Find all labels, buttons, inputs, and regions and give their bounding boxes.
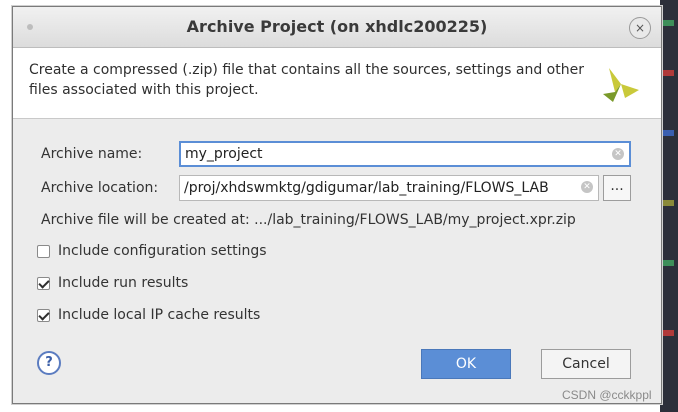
checkbox[interactable] [37,244,50,258]
description-text: Create a compressed (.zip) file that con… [29,62,584,98]
checkbox[interactable] [37,276,50,290]
vivado-logo-icon [603,68,639,102]
bg-decoration [662,130,674,136]
browse-label: ... [610,178,624,194]
bg-decoration [662,70,674,76]
watermark: CSDN @cckkppl [562,388,652,402]
clear-icon[interactable]: ✕ [612,148,624,160]
option-row[interactable]: Include configuration settings [37,241,267,261]
close-button[interactable]: × [629,17,651,39]
option-label: Include local IP cache results [58,307,261,323]
browse-button[interactable]: ... [603,175,631,201]
option-label: Include configuration settings [58,243,267,259]
bg-decoration [662,260,674,266]
archive-name-label: Archive name: [41,146,143,162]
archive-name-field[interactable]: my_project ✕ [179,141,631,167]
background-app-sliver [660,0,678,412]
checkbox[interactable] [37,308,50,322]
option-row[interactable]: Include run results [37,273,188,293]
archive-location-value: /proj/xhdswmktg/gdigumar/lab_training/FL… [184,180,549,196]
bg-decoration [662,330,674,336]
close-icon: × [634,21,646,35]
archive-name-value: my_project [185,146,263,162]
archive-location-label: Archive location: [41,180,159,196]
dialog-header: Create a compressed (.zip) file that con… [13,48,661,119]
archive-location-field[interactable]: /proj/xhdswmktg/gdigumar/lab_training/FL… [179,175,599,201]
dialog-title: Archive Project (on xhdlc200225) [186,17,488,36]
title-bar[interactable]: Archive Project (on xhdlc200225) × [13,7,661,48]
help-icon[interactable]: ? [37,351,61,375]
ok-button[interactable]: OK [421,349,511,379]
archive-project-dialog: Archive Project (on xhdlc200225) × Creat… [12,6,662,404]
archive-path-info: Archive file will be created at: .../lab… [41,212,576,228]
clear-icon[interactable]: ✕ [581,181,593,193]
option-label: Include run results [58,275,189,291]
option-row[interactable]: Include local IP cache results [37,305,260,325]
bg-decoration [662,20,674,26]
cancel-button[interactable]: Cancel [541,349,631,379]
bg-decoration [662,200,674,206]
